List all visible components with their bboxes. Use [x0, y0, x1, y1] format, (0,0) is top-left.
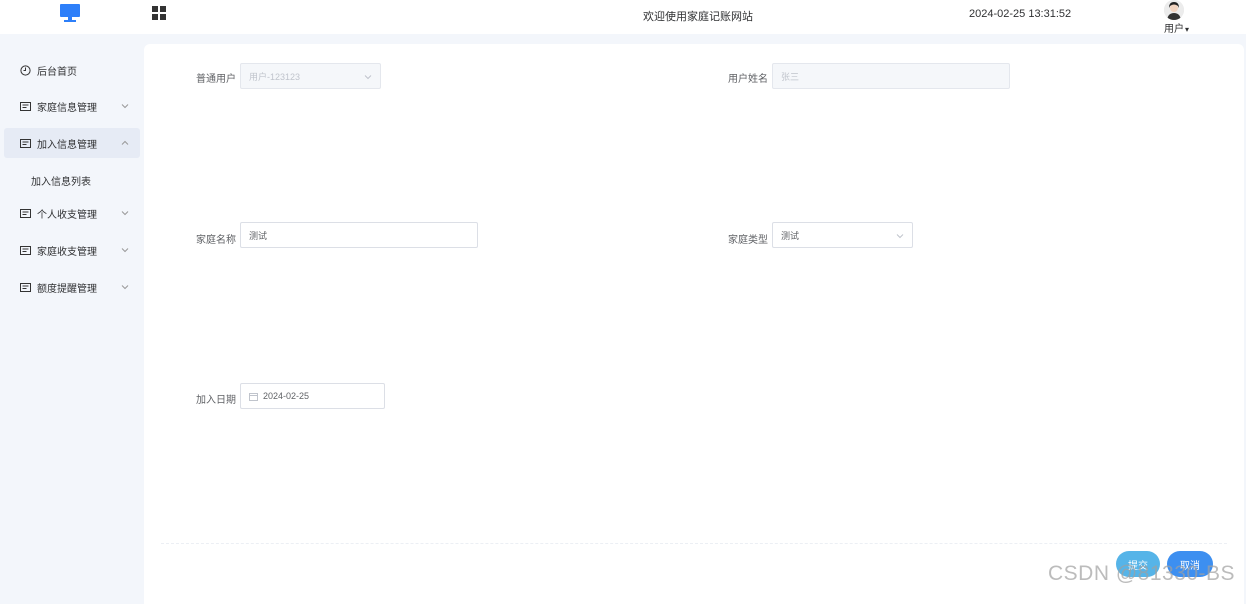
- sidebar-item-label: 家庭信息管理: [37, 102, 97, 114]
- list-icon: [20, 245, 31, 255]
- sidebar-item-home[interactable]: 后台首页: [4, 55, 140, 85]
- user-select[interactable]: 用户-123123: [240, 63, 381, 89]
- chevron-down-icon: [121, 211, 129, 216]
- family-type-value: 测试: [781, 230, 800, 241]
- join-date-label: 加入日期: [196, 395, 236, 406]
- chevron-down-icon: [896, 234, 904, 239]
- clock-icon: [20, 64, 31, 76]
- sidebar-item-personal-finance[interactable]: 个人收支管理: [4, 198, 140, 228]
- chevron-down-icon: [121, 248, 129, 253]
- user-name-value: 张三: [781, 71, 800, 82]
- family-name-input[interactable]: 测试: [240, 222, 478, 248]
- sidebar-item-label: 加入信息管理: [37, 139, 97, 151]
- user-select-value: 用户-123123: [249, 71, 301, 82]
- user-name-field[interactable]: 张三: [772, 63, 1010, 89]
- sidebar-item-label: 家庭收支管理: [37, 246, 97, 258]
- form-divider: [161, 543, 1227, 544]
- chevron-up-icon: [121, 140, 129, 145]
- sidebar: 后台首页 家庭信息管理 加入信息管理 加入信息列表 个人收支管理 家庭收支管理 …: [0, 34, 144, 594]
- watermark: CSDN @81330-BS: [1048, 562, 1236, 585]
- family-name-value: 测试: [249, 230, 268, 241]
- list-icon: [20, 138, 31, 148]
- chevron-down-icon: [121, 104, 129, 109]
- sidebar-item-label: 后台首页: [37, 66, 77, 78]
- form-panel: 普通用户 用户-123123 用户姓名 张三 家庭名称 测试 家庭类型 测试 加…: [144, 44, 1244, 604]
- sidebar-item-family-finance[interactable]: 家庭收支管理: [4, 235, 140, 265]
- user-avatar-icon: [1164, 0, 1184, 20]
- current-datetime: 2024-02-25 13:31:52: [969, 8, 1072, 20]
- sidebar-item-family-info[interactable]: 家庭信息管理: [4, 91, 140, 121]
- calendar-icon: [249, 392, 258, 401]
- family-type-select[interactable]: 测试: [772, 222, 913, 248]
- sidebar-item-join-info[interactable]: 加入信息管理: [4, 128, 140, 158]
- caret-down-icon: ▾: [1185, 25, 1190, 34]
- user-menu-trigger[interactable]: 用户▾: [1164, 20, 1189, 35]
- user-menu-label: 用户: [1164, 24, 1184, 35]
- sidebar-item-label: 个人收支管理: [37, 209, 97, 221]
- sidebar-subitem-join-list[interactable]: 加入信息列表: [31, 173, 91, 188]
- family-type-label: 家庭类型: [728, 235, 768, 246]
- sidebar-item-quota-reminder[interactable]: 额度提醒管理: [4, 272, 140, 302]
- list-icon: [20, 208, 31, 218]
- top-bar: 欢迎使用家庭记账网站 2024-02-25 13:31:52 用户▾: [0, 0, 1246, 35]
- chevron-down-icon: [364, 75, 372, 80]
- family-name-label: 家庭名称: [196, 235, 236, 246]
- avatar[interactable]: [1164, 0, 1184, 20]
- user-name-label: 用户姓名: [728, 74, 768, 85]
- chevron-down-icon: [121, 285, 129, 290]
- sidebar-item-label: 额度提醒管理: [37, 283, 97, 295]
- join-date-picker[interactable]: 2024-02-25: [240, 383, 385, 409]
- list-icon: [20, 101, 31, 111]
- join-date-value: 2024-02-25: [263, 391, 310, 401]
- user-select-label: 普通用户: [196, 74, 236, 85]
- list-icon: [20, 282, 31, 292]
